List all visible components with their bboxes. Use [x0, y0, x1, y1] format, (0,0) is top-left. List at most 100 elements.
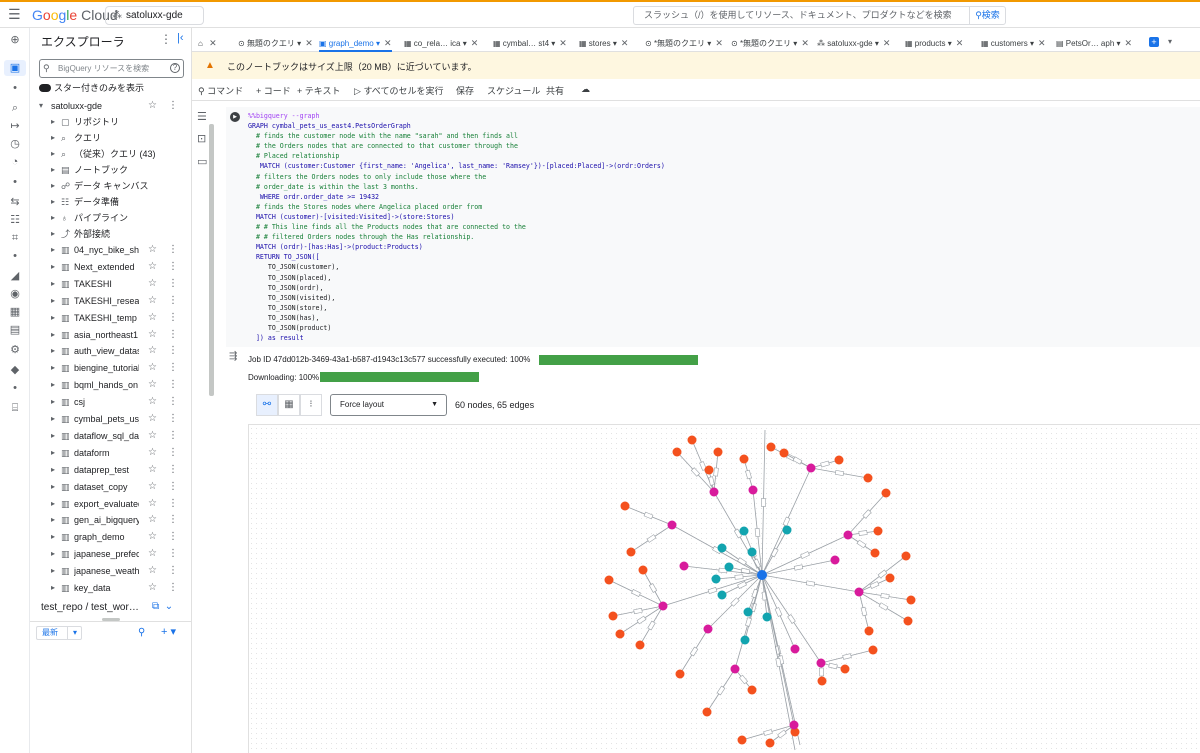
toggle-switch[interactable]: [39, 84, 51, 92]
tab-menu-icon[interactable]: ▾: [551, 39, 555, 48]
more-vert-icon[interactable]: ⋮: [168, 343, 178, 359]
tree-dataset-row[interactable]: ▸ ▥ dataset_copy ☆ ⋮: [30, 479, 186, 495]
tab-menu-icon[interactable]: ▾: [613, 39, 617, 48]
star-icon[interactable]: ☆: [148, 546, 157, 562]
product-node[interactable]: [779, 448, 789, 458]
graph-edge-label[interactable]: [856, 539, 867, 549]
tab-3[interactable]: ▦ co_rela… ica ▾ ✕: [404, 34, 478, 52]
tree-dataset-row[interactable]: ▸ ▥ TAKESHI_temp ☆ ⋮: [30, 310, 186, 326]
product-node[interactable]: [765, 738, 775, 748]
product-node[interactable]: [870, 548, 880, 558]
graph-edge-label[interactable]: [805, 580, 816, 587]
store-node[interactable]: [711, 574, 721, 584]
layout-select[interactable]: Force layout ▼: [330, 394, 447, 416]
tree-dataset-row[interactable]: ▸▥cymbal_pets_us_east4☆⋮: [30, 411, 186, 427]
star-icon[interactable]: ☆: [148, 563, 157, 579]
table-of-contents-icon[interactable]: ☰: [197, 110, 207, 123]
star-icon[interactable]: ☆: [148, 512, 157, 528]
tree-project-row[interactable]: ▾ satoluxx-gde ☆ ⋮: [30, 98, 186, 114]
customer-node[interactable]: [757, 570, 767, 580]
graph-edge-label[interactable]: [818, 667, 825, 677]
graph-canvas[interactable]: [249, 426, 1200, 753]
collapse-panel-icon[interactable]: |‹: [177, 32, 184, 44]
repo-search-icon[interactable]: ⚲: [138, 627, 145, 638]
store-node[interactable]: [724, 562, 734, 572]
close-icon[interactable]: ✕: [1038, 38, 1046, 48]
tree-dataset-row[interactable]: ▸▥TAKESHI_research☆⋮: [30, 293, 186, 309]
graph-edge-label[interactable]: [648, 583, 658, 593]
chevron-right-icon[interactable]: ▸: [51, 293, 55, 309]
graph-svg[interactable]: [249, 426, 1200, 753]
clock-icon[interactable]: ◔: [7, 154, 23, 170]
code-editor[interactable]: %%bigquery --graph GRAPH cymbal_pets_us_e…: [248, 111, 665, 343]
chevron-right-icon[interactable]: ▸: [51, 563, 55, 579]
graph-edge-label[interactable]: [862, 509, 872, 519]
star-icon[interactable]: ☆: [148, 394, 157, 410]
tab-10[interactable]: ▦ customers ▾ ✕: [981, 34, 1046, 52]
graph-edge-label[interactable]: [820, 460, 830, 468]
panel-resize-handle[interactable]: [102, 618, 120, 621]
graph-edge-label[interactable]: [800, 551, 810, 559]
pipeline-icon[interactable]: ↦: [7, 118, 23, 134]
product-node[interactable]: [863, 473, 873, 483]
chevron-down-icon[interactable]: ▾: [39, 98, 43, 114]
tree-item-pipelines[interactable]: ▸ ♁ パイプライン: [30, 210, 186, 226]
output-toggle-icon[interactable]: ⇶: [229, 351, 237, 362]
tab-7[interactable]: ⊙ *無題のクエリ ▾ ✕: [731, 34, 809, 52]
close-icon[interactable]: ✕: [715, 38, 723, 48]
order-node[interactable]: [816, 658, 826, 668]
compare-icon[interactable]: ⧉: [152, 601, 159, 612]
graph-edge-label[interactable]: [647, 620, 656, 631]
more-vert-icon[interactable]: ⋮: [168, 428, 178, 444]
graph-edge-label[interactable]: [643, 511, 654, 520]
close-icon[interactable]: ✕: [384, 38, 392, 48]
star-icon[interactable]: ☆: [148, 276, 157, 292]
more-vert-icon[interactable]: ⋮: [168, 445, 178, 461]
order-node[interactable]: [658, 601, 668, 611]
tree-item-data-prep[interactable]: ▸ ☷ データ準備: [30, 194, 186, 210]
add-text-button[interactable]: + テキスト: [297, 84, 341, 97]
product-node[interactable]: [864, 626, 874, 636]
product-node[interactable]: [626, 547, 636, 557]
nav-dot2-icon[interactable]: •: [7, 174, 23, 190]
tab-menu-icon[interactable]: ▾: [875, 39, 879, 48]
tab-1[interactable]: ⊙ 無題のクエリ ▾ ✕: [238, 34, 313, 52]
project-picker[interactable]: ⁂ satoluxx-gde: [105, 6, 204, 25]
store-node[interactable]: [747, 547, 757, 557]
product-node[interactable]: [608, 611, 618, 621]
tree-item-external-connections[interactable]: ▸ ⤴ 外部接続: [30, 226, 186, 242]
order-node[interactable]: [806, 463, 816, 473]
more-vert-icon[interactable]: ⋮: [168, 327, 178, 343]
starred-only-toggle[interactable]: スター付きのみを表示: [39, 81, 144, 94]
product-node[interactable]: [672, 447, 682, 457]
more-vert-icon[interactable]: ⋮: [168, 394, 178, 410]
order-node[interactable]: [790, 644, 800, 654]
star-icon[interactable]: ☆: [148, 242, 157, 258]
history-icon[interactable]: ◷: [7, 136, 23, 152]
order-node[interactable]: [703, 624, 713, 634]
order-node[interactable]: [667, 520, 677, 530]
graph-edge-label[interactable]: [860, 606, 868, 617]
tab-4[interactable]: ▦ cymbal… st4 ▾ ✕: [493, 34, 567, 52]
tree-item-notebooks[interactable]: ▸ ▤ ノートブック: [30, 162, 186, 178]
chevron-down-icon[interactable]: ⌄: [165, 601, 173, 612]
search-nav-icon[interactable]: ⌕: [7, 100, 23, 116]
star-icon[interactable]: ☆: [148, 310, 157, 326]
star-icon[interactable]: ☆: [148, 428, 157, 444]
tab-menu-icon[interactable]: ▾: [376, 39, 380, 48]
chevron-right-icon[interactable]: ▸: [51, 226, 55, 242]
close-icon[interactable]: ✕: [559, 38, 567, 48]
graph-edge-label[interactable]: [834, 469, 845, 477]
order-node[interactable]: [748, 485, 758, 495]
graph-edge-label[interactable]: [877, 569, 888, 579]
chevron-right-icon[interactable]: ▸: [51, 259, 55, 275]
store-node[interactable]: [762, 612, 772, 622]
graph-edge-label[interactable]: [774, 607, 783, 617]
chevron-right-icon[interactable]: ▸: [51, 394, 55, 410]
search-button[interactable]: ⚲検索: [969, 6, 1006, 25]
tree-item-repository[interactable]: ▸ ▢ リポジトリ: [30, 114, 186, 130]
nav-dot3-icon[interactable]: •: [7, 248, 23, 264]
chevron-right-icon[interactable]: ▸: [51, 445, 55, 461]
store-node[interactable]: [743, 607, 753, 617]
close-icon[interactable]: ✕: [209, 38, 217, 48]
